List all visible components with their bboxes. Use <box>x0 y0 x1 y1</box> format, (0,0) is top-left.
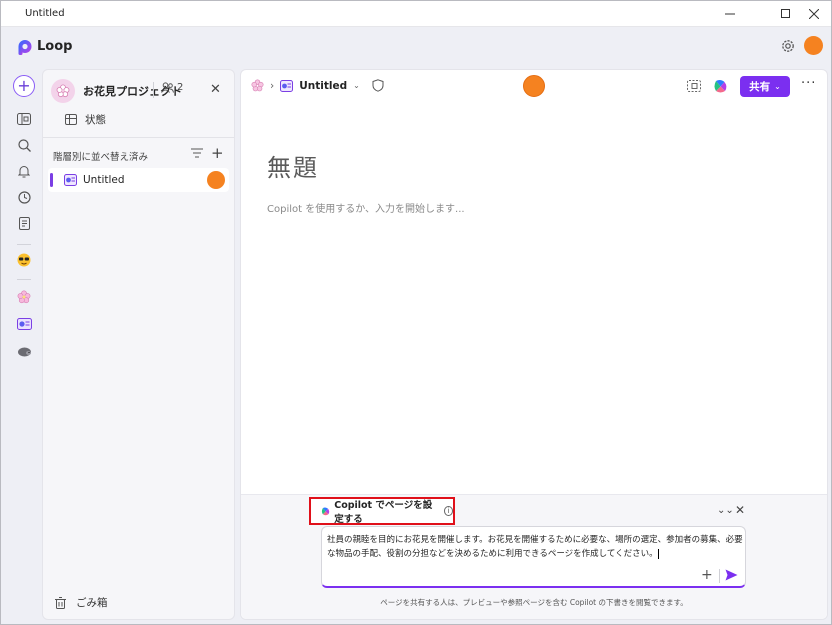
maximize-icon[interactable] <box>771 1 801 27</box>
status-label: 状態 <box>85 114 106 126</box>
notes-icon[interactable] <box>13 212 35 234</box>
avatar <box>207 171 225 189</box>
collapse-icon[interactable]: ⌄⌄ <box>717 505 734 516</box>
window-title: Untitled <box>25 8 65 19</box>
home-icon[interactable] <box>13 108 35 130</box>
info-icon[interactable]: i <box>444 506 453 516</box>
app-header: Loop <box>1 28 831 66</box>
share-button[interactable]: 共有 ⌄ <box>740 76 790 97</box>
left-rail: + <box>1 69 45 624</box>
rail-divider <box>17 279 31 280</box>
collaborator-avatar[interactable] <box>523 75 545 97</box>
sidebar-divider <box>43 137 234 138</box>
breadcrumb-title[interactable]: Untitled <box>299 80 347 92</box>
trash-icon <box>55 596 66 609</box>
member-count: 2 <box>177 82 184 93</box>
capture-icon[interactable] <box>686 78 702 94</box>
add-page-icon[interactable]: + <box>211 144 224 162</box>
minimize-icon[interactable] <box>715 1 745 27</box>
page-canvas: › Untitled ⌄ 共有 ⌄ ··· 無題 Copilot を使用するか、… <box>240 69 828 620</box>
copilot-icon <box>321 506 330 515</box>
title-bar: Untitled <box>1 1 831 27</box>
chevron-right-icon: › <box>270 79 275 92</box>
sort-label: 階層別に並べ替え済み <box>53 152 149 163</box>
loop-page-icon <box>280 79 294 92</box>
close-copilot-icon[interactable]: ✕ <box>735 503 745 517</box>
breadcrumb: › Untitled ⌄ <box>251 79 384 92</box>
people-icon <box>161 82 174 93</box>
add-attachment-icon[interactable]: + <box>701 567 713 583</box>
members-button[interactable]: 2 <box>161 82 183 93</box>
user-avatar[interactable] <box>804 36 823 55</box>
new-plus-icon[interactable]: + <box>13 75 35 97</box>
clock-icon[interactable] <box>13 186 35 208</box>
workspace-sidebar: お花見プロジェクト 2 ✕ 状態 階層別に並べ替え済み + Untitled ご… <box>42 69 235 620</box>
loop-logo-icon <box>18 40 32 55</box>
app-name: Loop <box>37 39 73 54</box>
copilot-prompt-text: 社員の親睦を目的にお花見を開催します。お花見を開催するために必要な、場所の選定、… <box>327 535 743 559</box>
input-divider <box>719 569 720 583</box>
rail-divider <box>17 244 31 245</box>
header-divider <box>153 82 154 98</box>
copilot-prompt-input[interactable]: 社員の親睦を目的にお花見を開催します。お花見を開催するために必要な、場所の選定、… <box>321 526 746 588</box>
blossom-workspace-icon[interactable] <box>13 286 35 308</box>
search-icon[interactable] <box>13 134 35 156</box>
share-label: 共有 <box>749 81 771 93</box>
sidebar-page-untitled[interactable]: Untitled <box>48 168 229 192</box>
sunglasses-emoji-icon[interactable] <box>13 249 35 271</box>
copilot-disclaimer: ページを共有する人は、プレビューや参照ページを含む Copilot の下書きを閲… <box>380 598 688 607</box>
filter-icon[interactable] <box>191 148 203 158</box>
close-sidebar-icon[interactable]: ✕ <box>210 82 221 97</box>
shield-icon[interactable] <box>372 79 384 92</box>
copilot-header: Copilot でページを設定する i <box>309 497 455 525</box>
gear-icon[interactable] <box>779 37 797 55</box>
hedgehog-icon[interactable] <box>13 340 35 362</box>
chevron-down-icon[interactable]: ⌄ <box>353 81 360 90</box>
editor-placeholder[interactable]: Copilot を使用するか、入力を開始します... <box>267 200 465 215</box>
trash-item[interactable]: ごみ箱 <box>55 595 108 610</box>
board-icon <box>65 114 77 125</box>
copilot-icon[interactable] <box>712 78 728 94</box>
blossom-workspace-icon[interactable] <box>251 79 264 92</box>
selection-indicator <box>50 173 53 187</box>
copilot-header-label: Copilot でページを設定する <box>334 500 433 525</box>
workspace-blossom-icon <box>51 79 75 103</box>
app-window: Untitled Loop + お花見プロジェクト 2 ✕ 状態 階層別に並べ替… <box>0 0 832 625</box>
copilot-panel: Copilot でページを設定する i ⌄⌄ ✕ 社員の親睦を目的にお花見を開催… <box>241 494 827 619</box>
page-title[interactable]: 無題 <box>267 148 319 183</box>
chevron-down-icon: ⌄ <box>774 82 781 91</box>
page-label: Untitled <box>83 174 125 186</box>
close-icon[interactable] <box>799 1 829 27</box>
send-icon[interactable] <box>725 569 738 581</box>
more-options-button[interactable]: ··· <box>801 76 816 91</box>
trash-label: ごみ箱 <box>76 597 108 609</box>
status-item[interactable]: 状態 <box>65 112 106 127</box>
loop-page-icon[interactable] <box>13 313 35 335</box>
bell-icon[interactable] <box>13 160 35 182</box>
loop-page-icon <box>64 174 77 186</box>
